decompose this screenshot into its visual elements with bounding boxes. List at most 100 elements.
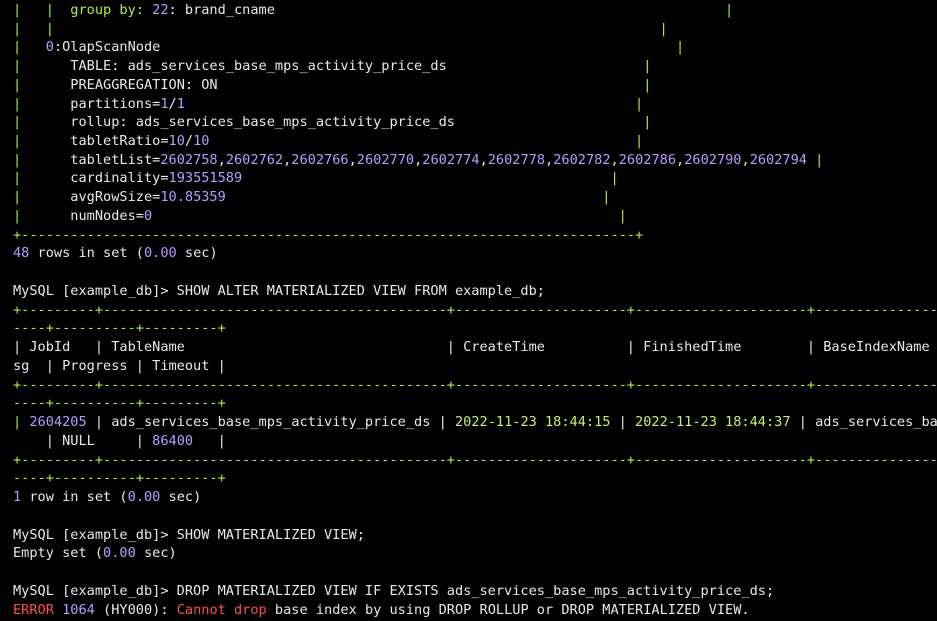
terminal-segment: 22 <box>152 2 169 18</box>
terminal-segment: cardinality= <box>70 170 169 186</box>
terminal-segment: | <box>13 414 30 430</box>
terminal-line: | avgRowSize=10.85359 | <box>13 188 610 207</box>
terminal-segment: | <box>193 433 226 449</box>
terminal-segment: 2602774 <box>422 152 480 168</box>
terminal-segment: | NULL | <box>13 433 153 449</box>
terminal-output[interactable]: | | group by: 22: brand_cname | | | | | 0:… <box>0 0 937 621</box>
terminal-segment: 2602758 <box>160 152 218 168</box>
terminal-segment: | <box>13 58 71 74</box>
terminal-segment: PREAGGREGATION: ON <box>70 77 218 93</box>
terminal-line: | | group by: 22: brand_cname | <box>13 1 733 20</box>
terminal-segment: | <box>152 208 627 224</box>
terminal-segment: 2602770 <box>356 152 415 168</box>
terminal-segment: | <box>454 114 652 130</box>
terminal-segment: Cannot drop <box>176 602 267 618</box>
terminal-segment: 2602794 <box>749 152 807 168</box>
terminal-segment: 1 <box>13 489 22 505</box>
terminal-segment: | <box>209 133 644 149</box>
terminal-segment: 2604205 <box>29 414 87 430</box>
terminal-line: | PREAGGREGATION: ON | <box>13 76 651 95</box>
terminal-segment: MySQL [example_db]> SHOW MATERIALIZED VI… <box>13 527 365 543</box>
terminal-segment: 1 <box>160 96 169 112</box>
terminal-segment: sec) <box>160 489 202 505</box>
terminal-segment: 2602766 <box>291 152 349 168</box>
terminal-segment: +---------+-----------------------------… <box>13 302 937 318</box>
terminal-segment: 0 <box>45 39 54 55</box>
terminal-segment: sg | Progress | Timeout | <box>13 358 226 374</box>
terminal-segment: 2602790 <box>684 152 742 168</box>
terminal-segment: 2022-11-23 18:44:15 <box>454 414 611 430</box>
terminal-line: ERROR 1064 (HY000): Cannot drop base ind… <box>13 601 750 620</box>
terminal-line: | cardinality=193551589 | <box>13 169 619 188</box>
terminal-line: MySQL [example_db]> SHOW ALTER MATERIALI… <box>13 282 545 301</box>
terminal-segment: | ads_services_ba <box>790 414 937 430</box>
terminal-segment: , <box>479 152 488 168</box>
terminal-segment: 1 <box>176 96 185 112</box>
terminal-segment: ----+----------+---------+ <box>13 395 226 411</box>
terminal-segment: | | group by: <box>13 2 153 18</box>
terminal-line: ----+----------+---------+ <box>13 394 226 413</box>
terminal-segment: | <box>13 39 46 55</box>
terminal-segment: Empty set ( <box>13 545 104 561</box>
terminal-segment: , <box>610 152 619 168</box>
terminal-segment: | <box>242 170 619 186</box>
terminal-segment: 0.00 <box>103 545 136 561</box>
terminal-line: | numNodes=0 | <box>13 207 627 226</box>
terminal-segment: , <box>741 152 750 168</box>
terminal-line: | JobId | TableName | CreateTime | Finis… <box>13 338 930 357</box>
terminal-segment: 10 <box>168 133 185 149</box>
terminal-line: ----+----------+---------+ <box>13 469 226 488</box>
terminal-segment: sec) <box>176 245 218 261</box>
terminal-line: +---------------------------------------… <box>13 226 643 245</box>
terminal-segment: tabletList= <box>70 152 161 168</box>
terminal-segment: | <box>13 96 71 112</box>
terminal-segment: 10.85359 <box>160 189 226 205</box>
terminal-segment: rollup: ads_services_base_mps_activity_p… <box>70 114 455 130</box>
terminal-line: | | | <box>13 20 668 39</box>
terminal-segment: +---------------------------------------… <box>13 227 644 243</box>
terminal-segment: | | <box>13 21 54 37</box>
terminal-segment <box>54 602 62 618</box>
terminal-segment: 0 <box>143 208 153 224</box>
terminal-segment: ----+----------+---------+ <box>13 470 226 486</box>
terminal-segment: 2602782 <box>553 152 611 168</box>
terminal-segment: | <box>13 114 71 130</box>
terminal-line: | TABLE: ads_services_base_mps_activity_… <box>13 57 651 76</box>
terminal-segment: , <box>545 152 554 168</box>
terminal-line: | NULL | 86400 | <box>13 432 226 451</box>
terminal-segment: | <box>446 58 652 74</box>
terminal-line: +---------+-----------------------------… <box>13 301 937 320</box>
terminal-line: ----+----------+---------+ <box>13 319 226 338</box>
terminal-segment: avgRowSize= <box>70 189 161 205</box>
terminal-line: | rollup: ads_services_base_mps_activity… <box>13 113 651 132</box>
terminal-segment: 86400 <box>152 433 194 449</box>
terminal-segment: : brand_cname <box>168 2 275 18</box>
terminal-segment: , <box>348 152 357 168</box>
terminal-segment: +---------+-----------------------------… <box>13 377 937 393</box>
terminal-segment: | <box>13 189 71 205</box>
terminal-segment: rows in set ( <box>29 245 144 261</box>
terminal-segment: 0.00 <box>127 489 161 505</box>
terminal-segment: | <box>13 208 71 224</box>
terminal-segment: 0.00 <box>143 245 177 261</box>
terminal-line: | partitions=1/1 | <box>13 95 643 114</box>
terminal-segment: MySQL [example_db]> DROP MATERIALIZED VI… <box>13 583 775 599</box>
terminal-line: +---------+-----------------------------… <box>13 376 937 395</box>
terminal-segment: | <box>13 77 71 93</box>
terminal-segment: 2602762 <box>225 152 284 168</box>
terminal-segment: 193551589 <box>168 170 243 186</box>
terminal-segment: 2602786 <box>618 152 677 168</box>
terminal-line: | tabletList=2602758,2602762,2602766,260… <box>13 151 823 170</box>
terminal-segment: | <box>184 96 644 112</box>
terminal-segment: tabletRatio= <box>70 133 169 149</box>
terminal-segment: +---------+-----------------------------… <box>13 452 937 468</box>
terminal-line: | tabletRatio=10/10 | <box>13 132 643 151</box>
terminal-line: +---------+-----------------------------… <box>13 451 937 470</box>
terminal-segment: | <box>225 189 611 205</box>
terminal-segment: 48 <box>13 245 30 261</box>
terminal-line: MySQL [example_db]> SHOW MATERIALIZED VI… <box>13 526 365 545</box>
terminal-segment: MySQL [example_db]> SHOW ALTER MATERIALI… <box>13 283 545 299</box>
terminal-segment: | JobId | TableName | CreateTime | Finis… <box>13 339 930 355</box>
terminal-segment: | <box>13 152 71 168</box>
terminal-segment: | <box>806 152 824 168</box>
